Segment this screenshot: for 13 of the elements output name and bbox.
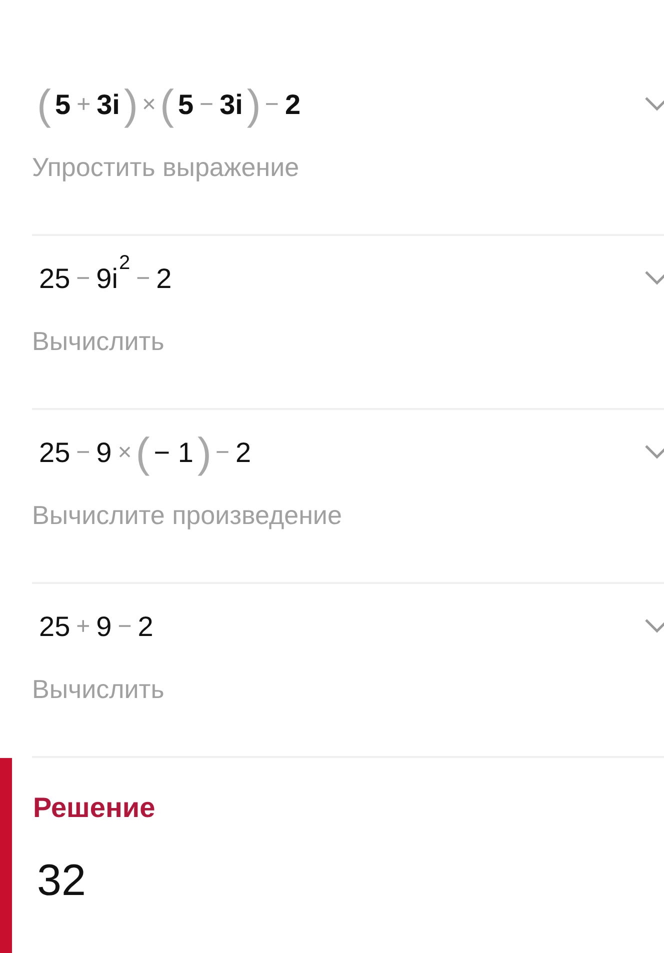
chevron-down-icon[interactable] — [644, 270, 664, 286]
step-description: Вычислить — [32, 326, 166, 357]
chevron-down-icon[interactable] — [644, 618, 664, 634]
math-expression: (5 + 3i)×(5 − 3i)− 2 — [36, 80, 302, 130]
math-expression: 25 − 9 ×(− 1)− 2 — [38, 428, 252, 478]
chevron-down-icon[interactable] — [644, 444, 664, 460]
step-description: Вычислите произведение — [32, 500, 343, 531]
step-description: Упростить выражение — [32, 152, 300, 183]
solution-value: 32 — [36, 856, 87, 906]
solution-heading: Решение — [33, 792, 156, 824]
math-expression: 25 + 9 − 2 — [38, 610, 154, 644]
chevron-down-icon[interactable] — [644, 96, 664, 112]
step-description: Вычислить — [32, 674, 166, 705]
